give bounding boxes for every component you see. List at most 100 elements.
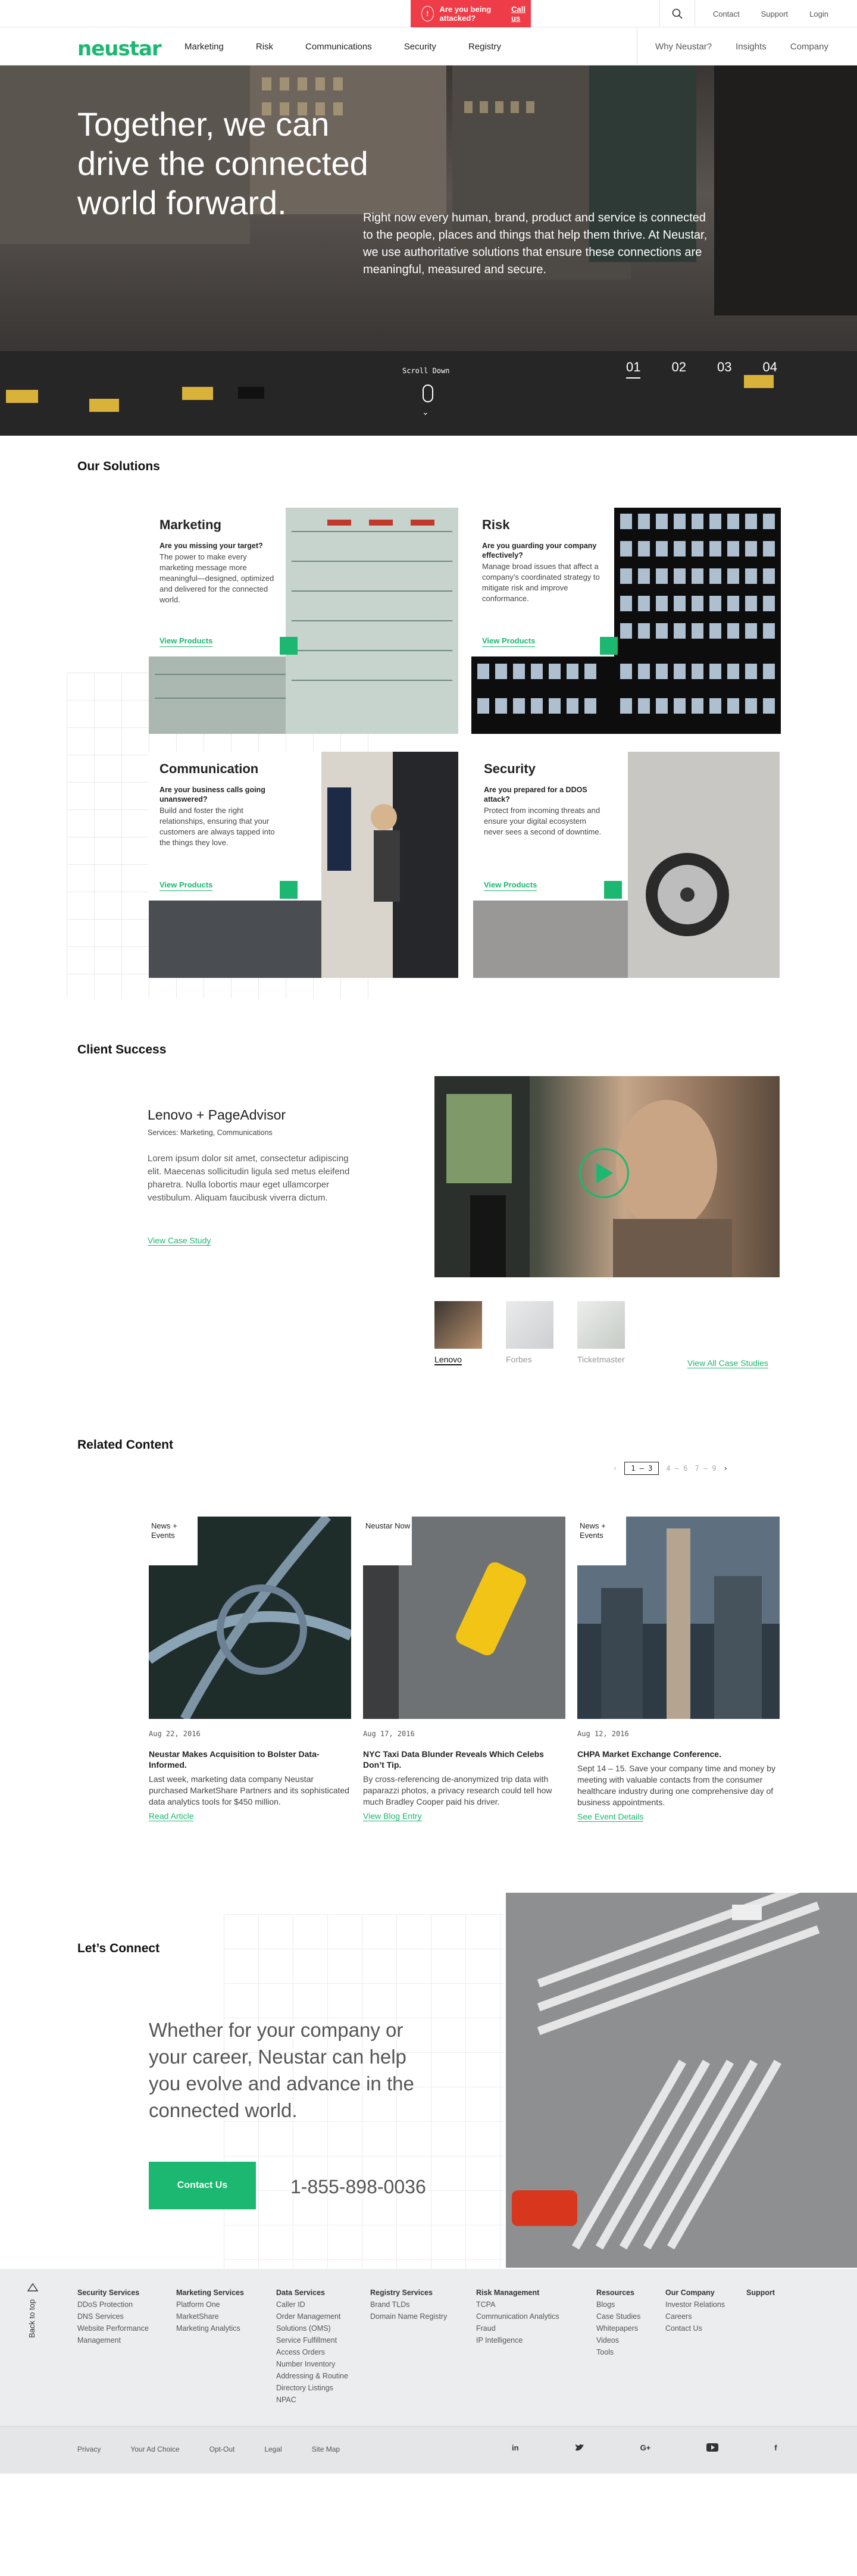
footer-link[interactable]: Website Performance Management — [77, 2322, 167, 2346]
thumb-forbes[interactable]: Forbes — [506, 1301, 553, 1365]
related-link[interactable]: Read Article — [149, 1811, 194, 1821]
footer-link[interactable]: Contact Us — [665, 2322, 743, 2334]
legal-link[interactable]: Legal — [264, 2445, 282, 2453]
nav-security[interactable]: Security — [404, 42, 436, 52]
view-products-link[interactable]: View Products — [482, 636, 536, 647]
youtube-icon[interactable] — [706, 2443, 719, 2453]
footer-link[interactable]: Case Studies — [596, 2311, 656, 2322]
nav-why-neustar[interactable]: Why Neustar? — [637, 42, 727, 52]
footer-link[interactable]: Fraud — [476, 2322, 583, 2334]
footer-link[interactable]: NPAC — [276, 2394, 365, 2406]
footer-link[interactable]: Domain Name Registry — [370, 2311, 471, 2322]
footer-link[interactable]: Whitepapers — [596, 2322, 656, 2334]
footer-link[interactable]: Service Fulfillment — [276, 2334, 365, 2346]
footer-link[interactable]: Communication Analytics — [476, 2311, 583, 2322]
view-all-case-studies-link[interactable]: View All Case Studies — [687, 1358, 768, 1368]
site-map-link[interactable]: Site Map — [312, 2445, 340, 2453]
footer-heading[interactable]: Support — [746, 2287, 794, 2299]
solution-desc: Manage broad issues that affect a compan… — [482, 562, 600, 603]
footer-link[interactable]: Videos — [596, 2334, 656, 2346]
related-card[interactable]: News + Events Aug 12, 2016 CHPA Market E… — [577, 1517, 780, 1822]
contact-us-button[interactable]: Contact Us — [149, 2162, 256, 2209]
slide-03[interactable]: 03 — [717, 359, 731, 379]
logo[interactable]: neustar — [77, 37, 162, 61]
related-card[interactable]: Neustar Now Aug 17, 2016 NYC Taxi Data B… — [363, 1517, 565, 1822]
accent-square — [280, 637, 298, 655]
linkedin-icon[interactable]: in — [512, 2443, 519, 2453]
footer-link[interactable]: Access Orders — [276, 2346, 365, 2358]
footer-link[interactable]: Blogs — [596, 2299, 656, 2311]
back-to-top[interactable]: Back to top — [27, 2283, 39, 2338]
related-card[interactable]: News + Events Aug 22, 2016 Neustar Makes… — [149, 1517, 351, 1822]
footer-link[interactable]: Addressing & Routine — [276, 2370, 365, 2382]
footer-heading[interactable]: Risk Management — [476, 2287, 583, 2299]
case-study-services: Services: Marketing, Communications — [148, 1128, 273, 1137]
footer-link[interactable]: IP Intelligence — [476, 2334, 583, 2346]
pager-later[interactable]: 7 – 9 — [695, 1464, 716, 1473]
nav-risk[interactable]: Risk — [256, 42, 273, 52]
slide-01[interactable]: 01 — [626, 359, 641, 379]
nav-communications[interactable]: Communications — [305, 42, 372, 52]
footer-link[interactable]: Careers — [665, 2311, 743, 2322]
slide-02[interactable]: 02 — [671, 359, 686, 379]
footer-link[interactable]: Directory Listings — [276, 2382, 365, 2394]
footer-link[interactable]: Brand TLDs — [370, 2299, 471, 2311]
search-icon[interactable] — [659, 0, 695, 27]
pager-current[interactable]: 1 – 3 — [624, 1462, 659, 1475]
footer-link[interactable]: Caller ID — [276, 2299, 365, 2311]
opt-out-link[interactable]: Opt-Out — [209, 2445, 235, 2453]
privacy-link[interactable]: Privacy — [77, 2445, 101, 2453]
footer-heading[interactable]: Our Company — [665, 2287, 743, 2299]
solution-card-marketing[interactable]: Marketing Are you missing your target? T… — [149, 508, 458, 734]
chevron-left-icon[interactable]: ‹ — [613, 1464, 617, 1473]
nav-company[interactable]: Company — [775, 42, 857, 52]
footer-link[interactable]: Marketing Analytics — [176, 2322, 265, 2334]
nav-marketing[interactable]: Marketing — [184, 42, 224, 52]
footer-link[interactable]: Number Inventory — [276, 2358, 365, 2370]
footer-heading[interactable]: Security Services — [77, 2287, 167, 2299]
ad-choice-link[interactable]: Your Ad Choice — [130, 2445, 179, 2453]
mouse-icon[interactable] — [423, 384, 433, 402]
related-link[interactable]: View Blog Entry — [363, 1811, 422, 1821]
phone-number[interactable]: 1-855-898-0036 — [290, 2176, 426, 2198]
case-study-video[interactable] — [434, 1076, 780, 1277]
slide-04[interactable]: 04 — [762, 359, 777, 379]
attack-alert[interactable]: ! Are you being attacked? Call us — [411, 0, 531, 27]
nav-insights[interactable]: Insights — [727, 42, 775, 52]
footer-heading[interactable]: Marketing Services — [176, 2287, 265, 2299]
footer-link[interactable]: DDoS Protection — [77, 2299, 167, 2311]
view-case-study-link[interactable]: View Case Study — [148, 1236, 211, 1246]
view-products-link[interactable]: View Products — [159, 636, 213, 647]
twitter-icon[interactable] — [575, 2443, 584, 2453]
facebook-icon[interactable]: f — [774, 2443, 777, 2453]
footer-link[interactable]: MarketShare — [176, 2311, 265, 2322]
footer-link[interactable]: DNS Services — [77, 2311, 167, 2322]
contact-link[interactable]: Contact — [695, 10, 750, 18]
solutions-heading: Our Solutions — [77, 459, 160, 473]
pager-next[interactable]: 4 – 6 — [666, 1464, 687, 1473]
google-plus-icon[interactable]: G+ — [640, 2443, 651, 2453]
footer-heading[interactable]: Registry Services — [370, 2287, 471, 2299]
support-link[interactable]: Support — [750, 10, 799, 18]
view-products-link[interactable]: View Products — [159, 880, 213, 891]
chevron-down-icon[interactable]: ⌄ — [422, 407, 429, 417]
login-link[interactable]: Login — [799, 10, 857, 18]
footer-link[interactable]: TCPA — [476, 2299, 583, 2311]
footer-link[interactable]: Investor Relations — [665, 2299, 743, 2311]
related-link[interactable]: See Event Details — [577, 1812, 644, 1822]
footer-heading[interactable]: Data Services — [276, 2287, 365, 2299]
footer-heading[interactable]: Resources — [596, 2287, 656, 2299]
solution-card-security[interactable]: Security Are you prepared for a DDOS att… — [473, 752, 783, 978]
thumb-ticketmaster[interactable]: Ticketmaster — [577, 1301, 625, 1365]
play-icon[interactable] — [579, 1148, 629, 1198]
view-products-link[interactable]: View Products — [484, 880, 537, 891]
solution-card-communication[interactable]: Communication Are your business calls go… — [149, 752, 458, 978]
nav-registry[interactable]: Registry — [468, 42, 501, 52]
footer-link[interactable]: Tools — [596, 2346, 656, 2358]
call-us-link[interactable]: Call us — [511, 5, 531, 23]
footer-link[interactable]: Platform One — [176, 2299, 265, 2311]
thumb-lenovo[interactable]: Lenovo — [434, 1301, 482, 1365]
footer-link[interactable]: Order Management Solutions (OMS) — [276, 2311, 365, 2334]
chevron-right-icon[interactable]: › — [724, 1464, 728, 1473]
solution-card-risk[interactable]: Risk Are you guarding your company effec… — [471, 508, 781, 734]
